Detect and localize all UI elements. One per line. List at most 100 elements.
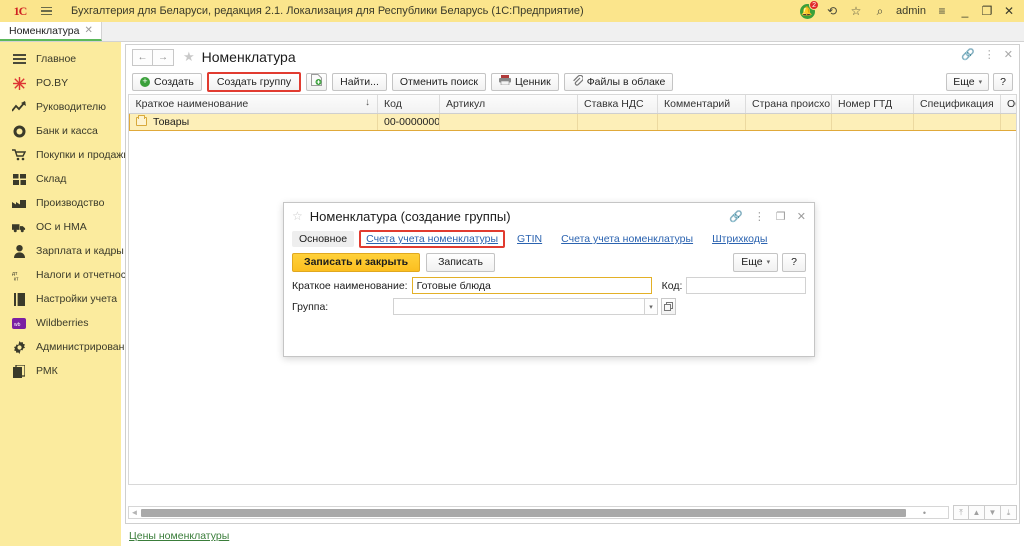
tab-close-icon[interactable]: ✕ [84, 25, 92, 36]
scroll-left-arrow-icon[interactable]: ◄ [129, 508, 140, 517]
history-icon[interactable]: ⟲ [820, 1, 844, 21]
column-header-specification[interactable]: Спецификация [913, 95, 1001, 114]
scrollbar-thumb[interactable] [141, 508, 906, 517]
cell-gtd-number[interactable] [831, 112, 914, 131]
dialog-kebab-menu-icon[interactable]: ⋮ [754, 210, 765, 223]
tab-nomenklatura[interactable]: Номенклатура ✕ [0, 22, 102, 41]
more-menu-button[interactable]: Еще ▾ [946, 72, 990, 91]
tab-osnovnoe[interactable]: Основное [292, 231, 355, 247]
coin-icon [12, 124, 26, 138]
help-button[interactable]: ? [993, 72, 1013, 91]
sidebar-item-rmk[interactable]: РМК [0, 359, 121, 383]
horizontal-scrollbar[interactable]: ◄ • [128, 506, 949, 519]
prices-link[interactable]: Цены номенклатуры [129, 530, 229, 542]
sidebar-item-rukovoditelyu[interactable]: Руководителю [0, 95, 121, 119]
column-header-origin-country[interactable]: Страна происхо... [745, 95, 832, 114]
cell-comment[interactable] [657, 112, 746, 131]
get-link-icon[interactable]: 🔗 [961, 48, 975, 61]
cell-obl[interactable] [1000, 112, 1016, 131]
tab-scheta-ucheta-nomenklatury-2[interactable]: Счета учета номенклатуры [554, 231, 700, 247]
create-button[interactable]: + Создать [132, 72, 202, 91]
sidebar-item-sklad[interactable]: Склад [0, 167, 121, 191]
dialog-action-bar: Записать и закрыть Записать Еще ▾ ? [284, 249, 814, 275]
dialog-link-icon[interactable]: 🔗 [729, 210, 743, 223]
main-menu-hamburger-icon[interactable] [35, 2, 57, 20]
tax-icon: дт кт [12, 268, 26, 282]
cell-code[interactable]: 00-00000002 [377, 112, 440, 131]
notifications-bell-icon[interactable]: 🔔 2 [794, 0, 820, 21]
tab-scheta-ucheta-nomenklatury-1[interactable]: Счета учета номенклатуры [359, 230, 506, 248]
column-header-vat-rate[interactable]: Ставка НДС [577, 95, 658, 114]
cell-name[interactable]: Товары [129, 112, 378, 131]
sidebar-item-nalogi-otchetnost[interactable]: дт кт Налоги и отчетность [0, 263, 136, 287]
chevron-down-icon: ▾ [978, 78, 983, 86]
column-header-gtd-number[interactable]: Номер ГТД [831, 95, 914, 114]
column-header-code[interactable]: Код [377, 95, 440, 114]
dialog-close-icon[interactable]: ✕ [797, 210, 806, 223]
cancel-search-button[interactable]: Отменить поиск [391, 72, 487, 91]
sidebar-item-label: PO.BY [36, 77, 69, 89]
tab-label: Номенклатура [9, 24, 80, 37]
tools-menu-icon[interactable]: ≡ [930, 1, 954, 21]
sidebar-item-os-nma[interactable]: ОС и НМА [0, 215, 121, 239]
column-header-comment[interactable]: Комментарий [657, 95, 746, 114]
table-header-row: Краткое наименование ↓ Код Артикул Ставк… [129, 95, 1016, 114]
kebab-menu-icon[interactable]: ⋮ [984, 48, 995, 61]
dialog-more-menu-button[interactable]: Еще ▾ [733, 252, 779, 272]
cell-origin-country[interactable] [745, 112, 832, 131]
short-name-input[interactable]: Готовые блюда [411, 277, 652, 294]
add-to-favorites-icon[interactable]: ★ [183, 49, 195, 65]
sidebar-item-glavnoe[interactable]: Главное [0, 47, 121, 71]
save-and-close-button[interactable]: Записать и закрыть [292, 252, 421, 272]
forward-button[interactable]: → [153, 48, 174, 66]
price-tag-button[interactable]: Ценник [491, 72, 559, 91]
dialog-favorite-star-icon[interactable]: ☆ [292, 209, 303, 223]
cell-specification[interactable] [913, 112, 1001, 131]
favorites-star-icon[interactable]: ☆ [844, 1, 868, 21]
move-down-button[interactable]: ▼ [985, 505, 1001, 520]
dialog-help-button[interactable]: ? [782, 252, 806, 272]
restore-button[interactable]: ❐ [976, 1, 998, 21]
cloud-files-button[interactable]: Файлы в облаке [563, 72, 674, 91]
sidebar-item-pokupki-prodazhi[interactable]: Покупки и продажи [0, 143, 129, 167]
go-to-last-button[interactable]: ⤓ [1001, 505, 1017, 520]
sidebar-item-poby[interactable]: PO.BY [0, 71, 121, 95]
select-icon[interactable] [661, 298, 676, 315]
chevron-down-icon[interactable]: ▾ [645, 298, 658, 315]
cell-vat-rate[interactable] [577, 112, 658, 131]
group-combobox[interactable]: ▾ [393, 298, 658, 315]
go-to-first-button[interactable]: ⤒ [953, 505, 969, 520]
sidebar-item-administrirovanie[interactable]: Администрирование [0, 335, 136, 359]
user-menu-admin[interactable]: admin [892, 5, 930, 17]
folder-icon [136, 115, 147, 126]
sidebar-item-proizvodstvo[interactable]: Производство [0, 191, 121, 215]
sidebar-item-zarplata-kadry[interactable]: Зарплата и кадры [0, 239, 124, 263]
list-icon [12, 52, 26, 66]
close-form-icon[interactable]: ✕ [1004, 48, 1013, 61]
table-row[interactable]: Товары 00-00000002 [129, 112, 1016, 131]
code-field-label: Код: [661, 279, 683, 292]
new-file-icon-button[interactable] [306, 72, 328, 91]
sidebar-item-nastroyki-ucheta[interactable]: Настройки учета [0, 287, 121, 311]
tab-shtrikhkody[interactable]: Штрихкоды [705, 231, 774, 247]
back-button[interactable]: ← [132, 48, 153, 66]
find-button[interactable]: Найти... [332, 72, 387, 91]
save-button[interactable]: Записать [426, 252, 495, 272]
tab-gtin[interactable]: GTIN [510, 231, 549, 247]
move-up-button[interactable]: ▲ [969, 505, 985, 520]
column-header-name[interactable]: Краткое наименование ↓ [129, 95, 378, 114]
close-button[interactable]: ✕ [998, 1, 1020, 21]
sidebar-item-wildberries[interactable]: wb Wildberries [0, 311, 121, 335]
search-icon[interactable]: ⌕ [868, 1, 892, 21]
sidebar-item-bank-kassa[interactable]: Банк и касса [0, 119, 121, 143]
sidebar-item-label: Банк и касса [36, 125, 98, 137]
record-nav-buttons: ⤒ ▲ ▼ ⤓ [953, 505, 1017, 520]
minimize-button[interactable]: _ [954, 1, 976, 21]
create-group-button[interactable]: Создать группу [206, 71, 302, 92]
code-input[interactable] [686, 277, 806, 294]
dialog-maximize-icon[interactable]: ❐ [776, 210, 786, 223]
column-header-obl[interactable]: Обл [1000, 95, 1016, 114]
cell-article[interactable] [439, 112, 578, 131]
column-header-article[interactable]: Артикул [439, 95, 578, 114]
group-input[interactable] [393, 298, 645, 315]
